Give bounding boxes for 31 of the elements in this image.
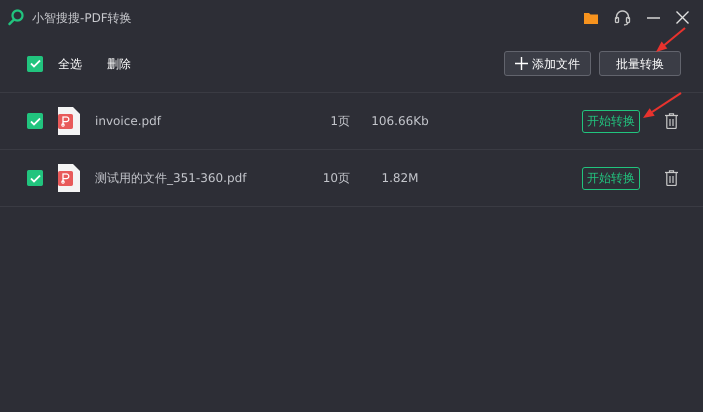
check-icon xyxy=(30,59,40,68)
start-convert-button[interactable]: 开始转换 xyxy=(582,166,640,190)
page-count: 1页 xyxy=(329,113,350,130)
pdf-file-icon xyxy=(58,164,80,192)
search-icon xyxy=(8,9,24,26)
file-checkbox[interactable] xyxy=(27,170,43,186)
start-convert-button[interactable]: 开始转换 xyxy=(582,110,640,132)
delete-link[interactable]: 删除 xyxy=(107,54,131,72)
annotation-arrow xyxy=(656,27,686,52)
batch-convert-button[interactable]: 批量转换 xyxy=(599,51,681,76)
check-icon xyxy=(30,116,40,126)
plus-icon xyxy=(515,57,528,70)
add-file-button[interactable]: 添加文件 xyxy=(504,51,591,76)
minimize-icon[interactable] xyxy=(647,16,660,18)
annotation-arrow xyxy=(643,92,682,118)
headset-icon[interactable] xyxy=(614,9,631,26)
delete-icon[interactable] xyxy=(665,113,678,129)
check-icon xyxy=(30,174,40,182)
file-name: invoice.pdf xyxy=(95,113,162,130)
window-title: 小智搜搜-PDF转换 xyxy=(32,10,132,26)
pdf-file-icon xyxy=(58,107,80,135)
file-size: 106.66Kb xyxy=(370,113,430,130)
page-count: 10页 xyxy=(322,170,350,187)
file-checkbox[interactable] xyxy=(27,113,43,129)
select-all-label[interactable]: 全选 xyxy=(58,54,82,72)
select-all-checkbox[interactable] xyxy=(27,56,43,72)
file-size: 1.82M xyxy=(380,170,420,187)
delete-icon[interactable] xyxy=(665,170,678,186)
folder-icon[interactable] xyxy=(584,12,598,24)
close-icon[interactable] xyxy=(676,11,689,24)
file-name: 测试用的文件_351-360.pdf xyxy=(95,170,248,187)
